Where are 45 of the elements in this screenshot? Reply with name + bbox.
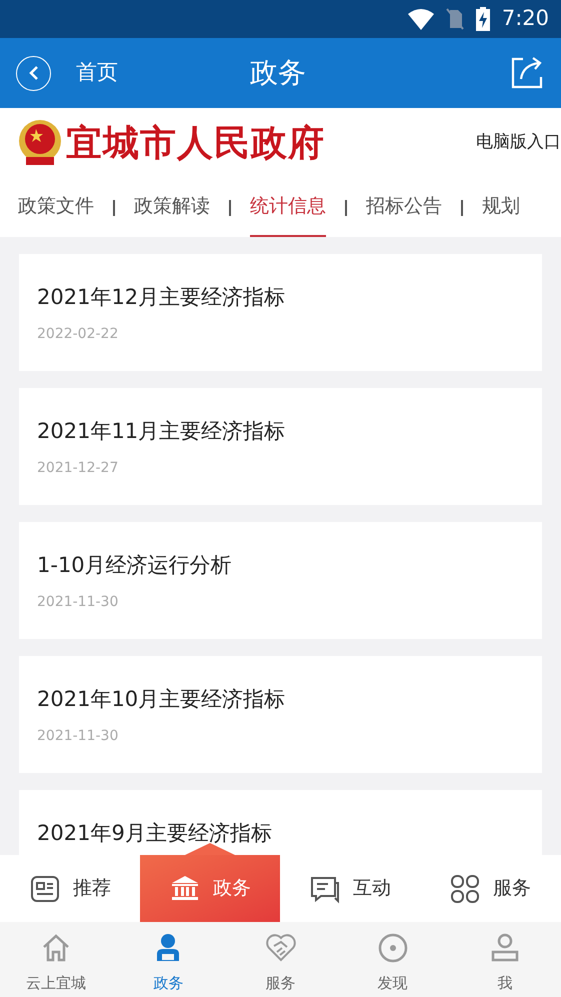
article-date: 2021-11-30	[37, 593, 120, 612]
menu-tab[interactable]: 服务	[420, 855, 560, 922]
nav-tab[interactable]: 我	[448, 922, 561, 997]
category-tab[interactable]: 政策解读	[134, 178, 210, 237]
article-card[interactable]: 1-10月经济运行分析 2021-11-30	[19, 522, 542, 639]
back-label[interactable]: 首页	[76, 57, 118, 89]
article-card[interactable]: 2021年11月主要经济指标 2021-12-27	[19, 388, 542, 505]
article-card[interactable]: 2021年10月主要经济指标 2021-11-30	[19, 656, 542, 773]
no-sim-icon	[446, 8, 464, 30]
article-title: 2021年11月主要经济指标	[37, 421, 286, 442]
desktop-link[interactable]: 电脑版入口	[476, 130, 561, 156]
grid-icon	[449, 872, 481, 904]
article-title: 2021年10月主要经济指标	[37, 689, 286, 710]
article-title: 2021年9月主要经济指标	[37, 823, 272, 844]
emblem-icon	[18, 119, 62, 167]
category-tab[interactable]: 规划	[482, 178, 520, 237]
site-name: 宜城市人民政府	[66, 122, 325, 165]
article-card[interactable]: 2021年12月主要经济指标 2022-02-22	[19, 254, 542, 371]
handshake-icon	[264, 932, 296, 964]
page-title: 政务	[250, 55, 306, 91]
clock-time: 7:20	[502, 5, 549, 32]
battery-charging-icon	[476, 7, 490, 31]
menu-tab[interactable]: 政务	[140, 855, 280, 922]
menu-tab[interactable]: 推荐	[0, 855, 140, 922]
category-tab[interactable]: 招标公告	[366, 178, 442, 237]
menu-tab[interactable]: 互动	[280, 855, 420, 922]
category-tab[interactable]: 政策文件	[18, 178, 94, 237]
article-date: 2022-02-22	[37, 325, 120, 344]
nav-tab[interactable]: 发现	[336, 922, 449, 997]
nav-tab[interactable]: 服务	[224, 922, 337, 997]
category-tab[interactable]: 统计信息	[250, 178, 326, 237]
article-title: 2021年12月主要经济指标	[37, 287, 286, 308]
back-button[interactable]	[16, 56, 51, 90]
pointer-notch	[185, 843, 235, 855]
share-icon	[509, 55, 545, 91]
article-date: 2021-11-30	[37, 727, 120, 746]
article-card[interactable]: 2021年9月主要经济指标	[19, 790, 542, 855]
nav-tab[interactable]: 政务	[112, 922, 224, 997]
chevron-left-icon	[28, 65, 40, 81]
nav-tab[interactable]: 云上宜城	[0, 922, 112, 997]
share-button[interactable]	[509, 55, 545, 91]
article-date: 2021-12-27	[37, 459, 120, 478]
wifi-icon	[408, 8, 434, 30]
target-icon	[376, 932, 409, 964]
article-title: 1-10月经济运行分析	[37, 555, 232, 576]
